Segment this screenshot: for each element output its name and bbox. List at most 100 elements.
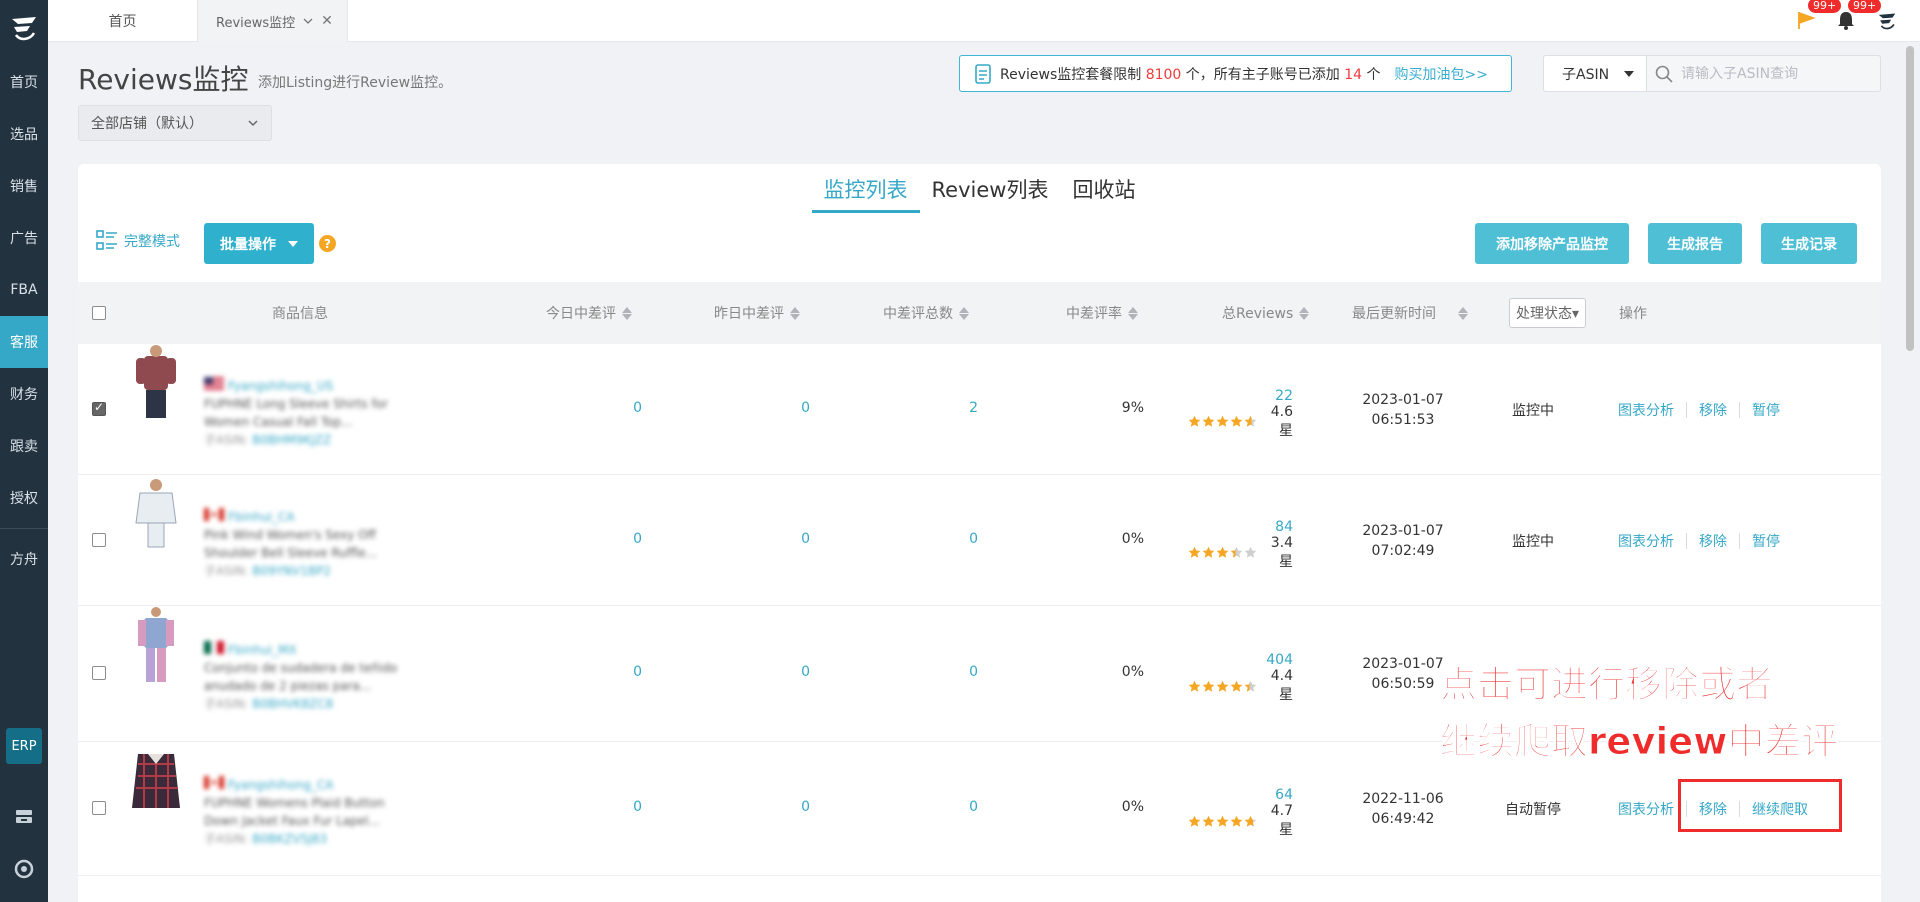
help-icon[interactable]: ?	[319, 235, 336, 252]
yesterday-neg-count[interactable]: 0	[730, 799, 810, 815]
avatar[interactable]	[1876, 10, 1898, 32]
generate-report-button[interactable]: 生成报告	[1648, 223, 1742, 264]
today-neg-count[interactable]: 0	[562, 400, 642, 416]
product-title-2[interactable]: Down Jacket Faux Fur Lapel...	[204, 812, 404, 830]
total-neg-count[interactable]: 0	[898, 799, 978, 815]
country-flag-icon	[204, 776, 224, 794]
today-neg-count[interactable]: 0	[562, 531, 642, 547]
notice-limit: 8100	[1145, 66, 1182, 83]
total-neg-count[interactable]: 0	[898, 531, 978, 547]
product-thumbnail[interactable]	[126, 344, 186, 424]
total-neg-count[interactable]: 2	[898, 400, 978, 416]
yesterday-neg-count[interactable]: 0	[730, 400, 810, 416]
total-neg-count[interactable]: 0	[898, 664, 978, 680]
full-mode-toggle[interactable]: 完整模式	[96, 230, 180, 252]
header-neg-rate[interactable]: 中差评率	[1066, 282, 1138, 344]
bell-notification[interactable]: 99+	[1836, 0, 1882, 32]
sidebar-item-selection[interactable]: 选品	[0, 108, 48, 160]
store-name[interactable]: Fbinhui_MX	[204, 641, 404, 659]
review-count[interactable]: 22	[1188, 388, 1293, 404]
tab-review-list[interactable]: Review列表	[920, 174, 1061, 213]
product-title-1[interactable]: Pink Wind Women's Sexy Off	[204, 526, 404, 544]
row-checkbox[interactable]	[92, 801, 106, 815]
row-checkbox[interactable]	[92, 666, 106, 680]
review-count[interactable]: 84	[1188, 519, 1293, 535]
sidebar-item-ads[interactable]: 广告	[0, 212, 48, 264]
scrollbar[interactable]	[1906, 46, 1914, 351]
product-thumbnail[interactable]	[126, 742, 186, 822]
asin-type-select[interactable]: 子ASIN	[1543, 55, 1647, 92]
sidebar-item-authorization[interactable]: 授权	[0, 472, 48, 524]
sidebar-item-sales[interactable]: 销售	[0, 160, 48, 212]
chevron-down-icon[interactable]	[303, 16, 313, 26]
close-icon[interactable]: ✕	[321, 13, 333, 29]
op-link[interactable]: 图表分析	[1618, 799, 1674, 819]
sidebar-item-ark[interactable]: 方舟	[0, 533, 48, 585]
product-title-2[interactable]: Women Casual Fall Top...	[204, 413, 404, 431]
product-title-1[interactable]: FUPHNE Long Sleeve Shirts for	[204, 395, 404, 413]
batch-operation-button[interactable]: 批量操作	[204, 223, 314, 264]
product-title-2[interactable]: anudado de 2 piezas para...	[204, 677, 404, 695]
generate-record-button[interactable]: 生成记录	[1761, 223, 1857, 264]
op-link[interactable]: 移除	[1699, 400, 1727, 420]
flag-notification[interactable]: 99+	[1796, 0, 1842, 32]
annotation-line-1: 点击可进行移除或者	[1439, 663, 1773, 707]
star-rating	[1188, 546, 1257, 559]
review-count[interactable]: 64	[1188, 787, 1293, 803]
header-total-reviews[interactable]: 总Reviews	[1222, 282, 1310, 344]
header-today-neg[interactable]: 今日中差评	[546, 282, 632, 344]
row-checkbox[interactable]	[92, 400, 106, 416]
sidebar-item-customer-service[interactable]: 客服	[0, 316, 48, 368]
app-logo-icon[interactable]	[0, 0, 48, 56]
row-checkbox[interactable]	[92, 532, 106, 547]
tab-recycle-bin[interactable]: 回收站	[1060, 174, 1147, 213]
tab-home[interactable]: 首页	[48, 0, 198, 42]
op-link[interactable]: 移除	[1699, 531, 1727, 551]
header-last-update-label: 最后更新时间	[1352, 306, 1436, 322]
add-remove-monitor-button[interactable]: 添加移除产品监控	[1475, 223, 1629, 264]
update-date: 2022-11-06	[1362, 791, 1444, 807]
select-all-checkbox[interactable]	[92, 306, 106, 320]
store-name[interactable]: Fbinhui_CA	[204, 507, 404, 526]
notice-prefix: Reviews监控套餐限制	[1000, 66, 1142, 83]
tab-monitor-list[interactable]: 监控列表	[811, 174, 920, 213]
buy-addon-link[interactable]: 购买加油包>>	[1395, 64, 1488, 84]
header-yesterday-neg[interactable]: 昨日中差评	[714, 282, 800, 344]
yesterday-neg-count[interactable]: 0	[730, 664, 810, 680]
header-total-neg[interactable]: 中差评总数	[883, 282, 969, 344]
star-icon	[1188, 415, 1201, 427]
op-link[interactable]: 暂停	[1752, 400, 1780, 420]
erp-button[interactable]: ERP	[6, 728, 42, 764]
table-row: Fyangshihong_US FUPHNE Long Sleeve Shirt…	[78, 344, 1881, 475]
yesterday-neg-count[interactable]: 0	[730, 531, 810, 547]
sidebar-item-fba[interactable]: FBA	[0, 264, 48, 316]
product-title-2[interactable]: Shoulder Bell Sleeve Ruffle...	[204, 544, 404, 562]
store-select[interactable]: 全部店铺（默认）	[78, 105, 272, 141]
status-filter[interactable]: 处理状态▾	[1509, 298, 1587, 328]
review-count[interactable]: 404	[1188, 652, 1293, 668]
tab-reviews-monitor[interactable]: Reviews监控 ✕	[198, 0, 348, 42]
product-thumbnail[interactable]	[126, 606, 186, 686]
sidebar-item-follow-sell[interactable]: 跟卖	[0, 420, 48, 472]
sidebar-item-finance[interactable]: 财务	[0, 368, 48, 420]
asin-search-input[interactable]	[1681, 65, 1871, 82]
sort-icon	[1128, 306, 1138, 320]
store-name[interactable]: Fyangshihong_CA	[204, 776, 404, 794]
search-icon[interactable]	[1655, 65, 1673, 83]
store-icon[interactable]	[14, 806, 34, 826]
product-title-1[interactable]: FUPHNE Womens Plaid Button	[204, 794, 404, 812]
sidebar-item-home[interactable]: 首页	[0, 56, 48, 108]
reviews-summary: 22 4.6星	[1188, 388, 1293, 440]
help-circle-icon[interactable]	[14, 859, 34, 879]
op-link[interactable]: 图表分析	[1618, 531, 1674, 551]
annotation-highlight-box	[1678, 779, 1842, 832]
header-last-update[interactable]: 最后更新时间	[1352, 282, 1468, 344]
product-thumbnail[interactable]	[126, 475, 186, 555]
today-neg-count[interactable]: 0	[562, 664, 642, 680]
product-info: Fyangshihong_US FUPHNE Long Sleeve Shirt…	[204, 376, 404, 449]
product-title-1[interactable]: Conjunto de sudadera de teñido	[204, 659, 404, 677]
op-link[interactable]: 暂停	[1752, 531, 1780, 551]
today-neg-count[interactable]: 0	[562, 799, 642, 815]
store-name[interactable]: Fyangshihong_US	[204, 376, 404, 395]
op-link[interactable]: 图表分析	[1618, 400, 1674, 420]
